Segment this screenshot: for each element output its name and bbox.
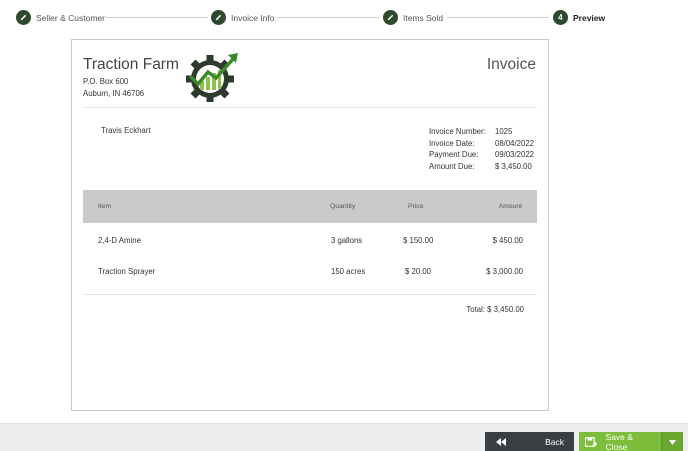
table-row: Traction Sprayer 150 acres $ 20.00 $ 3,0…	[83, 267, 537, 281]
back-button[interactable]: Back	[485, 432, 574, 451]
table-row: 2,4-D Amine 3 gallons $ 150.00 $ 450.00	[83, 236, 537, 250]
rewind-icon	[496, 438, 506, 446]
column-header-quantity: Quantity	[330, 203, 356, 210]
pencil-icon	[211, 10, 226, 25]
amount-cell: $ 3,000.00	[486, 267, 523, 276]
step-label: Preview	[573, 12, 606, 23]
meta-row: Invoice Date: 08/04/2022	[429, 138, 534, 150]
address-line: Auburn, IN 46706	[83, 89, 145, 98]
column-header-price: Price	[408, 203, 424, 210]
step-number: 4	[553, 10, 568, 25]
company-logo	[186, 53, 238, 102]
meta-row: Invoice Number: 1025	[429, 126, 534, 138]
save-options-dropdown[interactable]	[661, 432, 683, 451]
step-label: Seller & Customer	[36, 12, 105, 23]
save-icon	[585, 437, 597, 447]
meta-label: Amount Due:	[429, 161, 475, 171]
company-address: P.O. Box 600 Auburn, IN 46706	[83, 76, 144, 100]
item-cell: 2,4-D Amine	[98, 236, 141, 245]
save-close-label: Save & Close	[605, 432, 633, 451]
action-footer: Back Save & Close	[0, 423, 688, 451]
step-items-sold[interactable]: Items Sold	[383, 10, 443, 25]
column-header-item: Item	[98, 203, 112, 210]
meta-row: Payment Due: 09/03/2022	[429, 149, 534, 161]
quantity-cell: 3 gallons	[331, 236, 363, 245]
step-connector	[277, 17, 379, 18]
invoice-meta: Invoice Number: 1025 Invoice Date: 08/04…	[429, 126, 534, 172]
wizard-stepper: Seller & Customer Invoice Info Items Sol…	[0, 0, 688, 36]
pencil-icon	[383, 10, 398, 25]
column-header-amount: Amount	[498, 203, 522, 210]
meta-label: Invoice Date:	[429, 138, 475, 148]
company-name: Traction Farm	[83, 56, 179, 73]
item-cell: Traction Sprayer	[98, 267, 156, 276]
invoice-title: Invoice	[486, 56, 536, 73]
price-cell: $ 150.00	[403, 236, 434, 245]
step-seller-customer[interactable]: Seller & Customer	[16, 10, 105, 25]
meta-value: 1025	[495, 127, 513, 136]
address-line: P.O. Box 600	[83, 77, 129, 86]
meta-label: Invoice Number:	[429, 127, 486, 136]
divider	[83, 294, 537, 295]
meta-label: Payment Due:	[429, 150, 479, 159]
meta-value: 09/03/2022	[495, 150, 535, 159]
step-label: Items Sold	[403, 12, 444, 23]
divider	[83, 107, 537, 108]
quantity-cell: 150 acres	[331, 267, 366, 276]
step-preview[interactable]: 4 Preview	[553, 10, 605, 25]
step-invoice-info[interactable]: Invoice Info	[211, 10, 274, 25]
back-button-label: Back	[545, 437, 564, 447]
invoice-total: Total: $ 3,450.00	[466, 305, 524, 314]
step-label: Invoice Info	[231, 12, 275, 23]
pencil-icon	[16, 10, 31, 25]
invoice-preview: Traction Farm P.O. Box 600 Auburn, IN 46…	[71, 39, 549, 411]
save-close-button[interactable]: Save & Close	[579, 432, 661, 451]
amount-cell: $ 450.00	[492, 236, 523, 245]
price-cell: $ 20.00	[405, 267, 432, 276]
meta-value: 08/04/2022	[495, 138, 535, 148]
customer-name: Travis Eckhart	[101, 126, 151, 135]
meta-value: $ 3,450.00	[495, 161, 532, 171]
step-connector	[106, 17, 208, 18]
invoice-wizard: Seller & Customer Invoice Info Items Sol…	[0, 0, 688, 451]
items-table-header: Item Quantity Price Amount	[83, 190, 537, 223]
chevron-down-icon	[669, 439, 676, 445]
meta-row: Amount Due: $ 3,450.00	[429, 161, 534, 173]
step-connector	[447, 17, 549, 18]
